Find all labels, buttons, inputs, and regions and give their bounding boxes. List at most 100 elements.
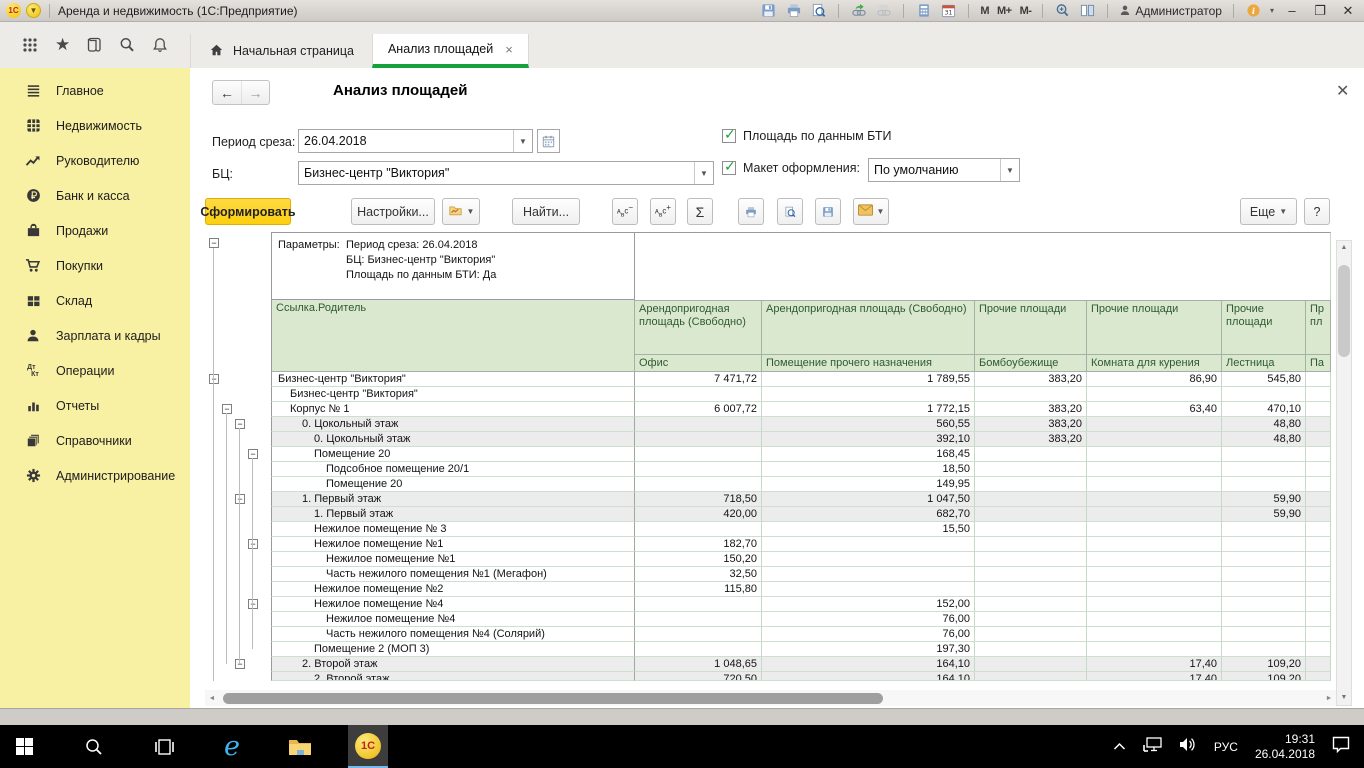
memory-m-button[interactable]: M <box>980 5 989 17</box>
cell-value[interactable]: 168,45 <box>762 447 975 462</box>
tree-collapse-box[interactable]: − <box>248 599 258 609</box>
history-icon[interactable] <box>85 35 105 55</box>
horizontal-scroll-thumb[interactable] <box>223 693 883 704</box>
cell-value[interactable]: 383,20 <box>975 417 1087 432</box>
split-view-icon[interactable] <box>1079 3 1096 19</box>
cell-value[interactable] <box>1306 432 1331 447</box>
cell-value[interactable] <box>1306 522 1331 537</box>
cell-value[interactable] <box>1306 627 1331 642</box>
cell-value[interactable] <box>1222 582 1306 597</box>
cell-value[interactable] <box>1222 567 1306 582</box>
zoom-icon[interactable] <box>1054 3 1071 19</box>
sidebar-item-spravochniki[interactable]: Справочники <box>0 423 190 458</box>
cell-value[interactable]: 164,10 <box>762 657 975 672</box>
cell-value[interactable] <box>975 507 1087 522</box>
cell-value[interactable] <box>1087 582 1222 597</box>
all-functions-icon[interactable] <box>20 35 40 55</box>
cell-value[interactable] <box>1306 462 1331 477</box>
checkbox-checked[interactable]: ✓ <box>722 161 736 175</box>
cell-value[interactable]: 560,55 <box>762 417 975 432</box>
report-variants-button[interactable]: ▼ <box>442 198 480 225</box>
cell-value[interactable] <box>1306 492 1331 507</box>
cell-value[interactable] <box>1306 552 1331 567</box>
cell-value[interactable] <box>975 657 1087 672</box>
tree-collapse-box[interactable]: − <box>209 238 219 248</box>
checkbox-checked[interactable]: ✓ <box>722 129 736 143</box>
cell-value[interactable] <box>1222 477 1306 492</box>
cell-value[interactable] <box>1087 477 1222 492</box>
taskbar-clock[interactable]: 19:31 26.04.2018 <box>1255 732 1315 762</box>
cell-value[interactable] <box>1087 387 1222 402</box>
internet-explorer-icon[interactable]: e <box>220 735 244 759</box>
close-button[interactable]: ✕ <box>1338 3 1358 19</box>
cell-value[interactable] <box>1087 627 1222 642</box>
cell-value[interactable] <box>1306 582 1331 597</box>
cell-value[interactable] <box>1222 447 1306 462</box>
cell-value[interactable] <box>762 537 975 552</box>
sidebar-item-glavnoe[interactable]: Главное <box>0 73 190 108</box>
preview-button[interactable] <box>777 198 803 225</box>
layout-combo[interactable]: По умолчанию ▼ <box>868 158 1020 182</box>
period-input[interactable]: 26.04.2018 ▼ <box>298 129 533 153</box>
taskbar-search-icon[interactable] <box>82 735 106 759</box>
chevron-down-icon[interactable]: ▼ <box>1000 159 1019 181</box>
cell-value[interactable] <box>635 447 762 462</box>
cell-value[interactable] <box>975 492 1087 507</box>
cell-value[interactable] <box>1306 417 1331 432</box>
cell-value[interactable]: 392,10 <box>762 432 975 447</box>
sidebar-item-rukovoditelyu[interactable]: Руководителю <box>0 143 190 178</box>
form-close-icon[interactable]: ✕ <box>1336 84 1349 100</box>
current-user[interactable]: Администратор <box>1119 4 1222 18</box>
cell-value[interactable] <box>1306 567 1331 582</box>
column-sub-header[interactable]: Бомбоубежище <box>975 355 1087 372</box>
column-sub-header[interactable]: Лестница <box>1222 355 1306 372</box>
cell-value[interactable]: 383,20 <box>975 372 1087 387</box>
cell-value[interactable] <box>975 597 1087 612</box>
cell-name[interactable]: Подсобное помещение 20/1 <box>271 462 635 477</box>
cell-value[interactable]: 545,80 <box>1222 372 1306 387</box>
cell-value[interactable] <box>975 462 1087 477</box>
cell-name[interactable]: Нежилое помещение №4 <box>271 597 635 612</box>
scroll-right-icon[interactable]: ► <box>1322 695 1336 702</box>
forward-button[interactable]: → <box>241 81 269 104</box>
cell-value[interactable] <box>975 387 1087 402</box>
cell-value[interactable] <box>1306 387 1331 402</box>
cell-value[interactable]: 109,20 <box>1222 657 1306 672</box>
cell-value[interactable] <box>1087 522 1222 537</box>
cell-value[interactable]: 86,90 <box>1087 372 1222 387</box>
cell-value[interactable] <box>1087 552 1222 567</box>
cell-value[interactable] <box>1222 597 1306 612</box>
cell-value[interactable] <box>1222 387 1306 402</box>
tray-chevron-up-icon[interactable] <box>1113 738 1126 756</box>
column-sub-header[interactable]: Помещение прочего назначения <box>762 355 975 372</box>
cell-value[interactable] <box>975 642 1087 657</box>
file-explorer-icon[interactable] <box>288 735 312 759</box>
cell-value[interactable]: 1 048,65 <box>635 657 762 672</box>
print-button[interactable] <box>738 198 764 225</box>
cell-value[interactable]: 420,00 <box>635 507 762 522</box>
notifications-bell-icon[interactable] <box>150 35 170 55</box>
column-group-header[interactable]: Пр пл <box>1306 300 1331 355</box>
go-to-link-icon[interactable] <box>875 3 892 19</box>
cell-value[interactable] <box>635 522 762 537</box>
cell-value[interactable] <box>1306 402 1331 417</box>
cell-value[interactable] <box>1306 612 1331 627</box>
calendar-icon[interactable]: 31 <box>940 3 957 19</box>
cell-value[interactable] <box>762 582 975 597</box>
cell-name[interactable]: Часть нежилого помещения №4 (Солярий) <box>271 627 635 642</box>
cell-name[interactable]: Помещение 20 <box>271 477 635 492</box>
cell-name[interactable]: 0. Цокольный этаж <box>271 417 635 432</box>
sidebar-item-prodazhi[interactable]: Продажи <box>0 213 190 248</box>
cell-value[interactable]: 150,20 <box>635 552 762 567</box>
cell-value[interactable]: 152,00 <box>762 597 975 612</box>
cell-value[interactable] <box>975 477 1087 492</box>
cell-name[interactable]: Часть нежилого помещения №1 (Мегафон) <box>271 567 635 582</box>
cell-value[interactable] <box>635 462 762 477</box>
cell-value[interactable]: 1 772,15 <box>762 402 975 417</box>
tab-home[interactable]: Начальная страница <box>190 34 372 68</box>
cell-name[interactable]: Помещение 20 <box>271 447 635 462</box>
tree-collapse-box[interactable]: − <box>235 419 245 429</box>
column-group-header[interactable]: Арендопригодная площадь (Свободно) <box>762 300 975 355</box>
tree-collapse-box[interactable]: − <box>235 494 245 504</box>
action-center-icon[interactable] <box>1332 736 1350 758</box>
